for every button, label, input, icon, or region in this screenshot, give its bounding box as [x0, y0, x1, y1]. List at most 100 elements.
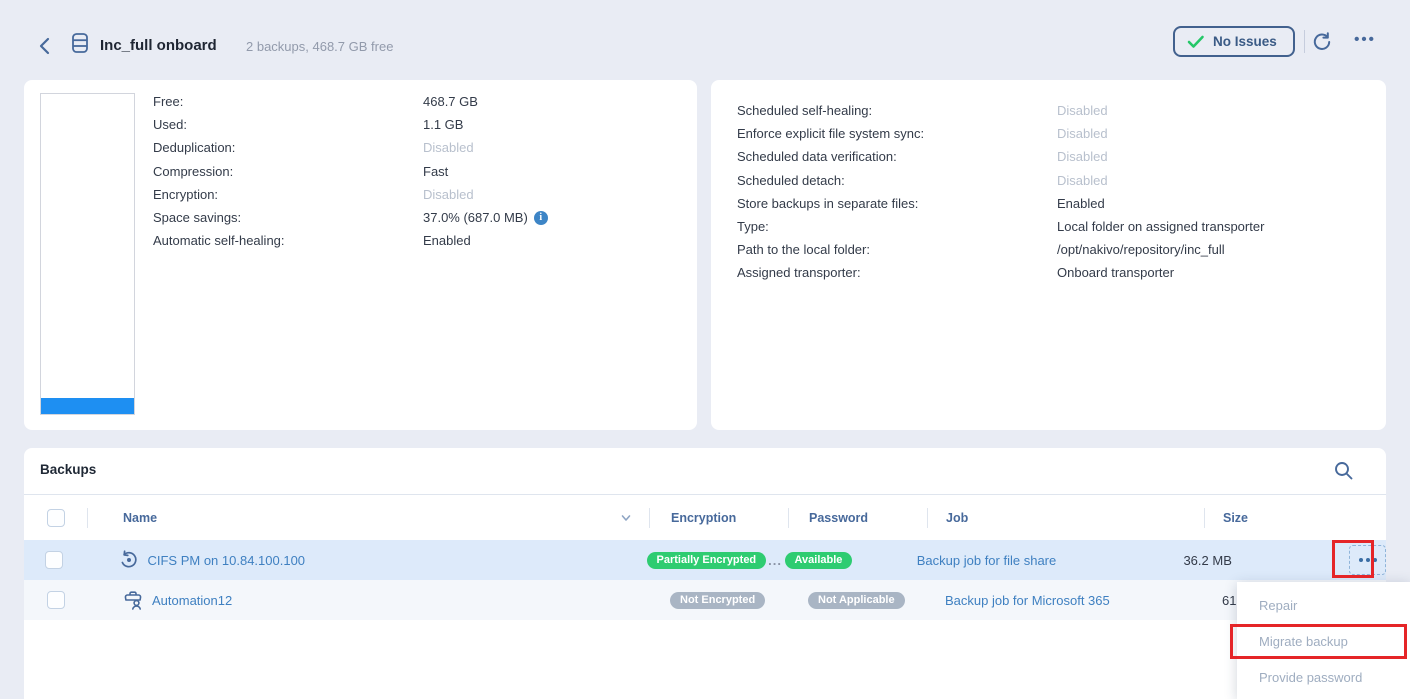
stat-value-text: 37.0% (687.0 MB): [423, 210, 528, 225]
stat-value: Enabled: [423, 233, 471, 248]
setting-value: Local folder on assigned transporter: [1057, 219, 1264, 234]
column-header-label: Encryption: [671, 511, 736, 525]
setting-label: Enforce explicit file system sync:: [737, 126, 1057, 141]
setting-value: Disabled: [1057, 103, 1108, 118]
row-checkbox[interactable]: [47, 591, 65, 609]
stat-label: Deduplication:: [153, 140, 423, 155]
setting-label: Type:: [737, 219, 1057, 234]
setting-value: /opt/nakivo/repository/inc_full: [1057, 242, 1225, 257]
setting-label: Path to the local folder:: [737, 242, 1057, 257]
setting-row-scheduled-detach: Scheduled detach: Disabled: [737, 169, 1370, 192]
storage-summary-card: Free: 468.7 GB Used: 1.1 GB Deduplicatio…: [24, 80, 697, 430]
setting-value: Disabled: [1057, 173, 1108, 188]
stat-label: Space savings:: [153, 210, 423, 225]
info-icon[interactable]: i: [534, 211, 548, 225]
stat-row-deduplication: Deduplication: Disabled: [153, 136, 681, 159]
no-issues-label: No Issues: [1213, 34, 1277, 49]
column-header-label: Password: [809, 511, 868, 525]
setting-value: Disabled: [1057, 149, 1108, 164]
setting-value: Onboard transporter: [1057, 265, 1174, 280]
backup-name-link[interactable]: Automation12: [152, 593, 232, 608]
check-icon: [1187, 35, 1205, 49]
column-header-label: Size: [1223, 511, 1248, 525]
setting-label: Scheduled self-healing:: [737, 103, 1057, 118]
stat-row-free: Free: 468.7 GB: [153, 90, 681, 113]
column-header-label: Name: [123, 511, 157, 525]
setting-label: Store backups in separate files:: [737, 196, 1057, 211]
job-link[interactable]: Backup job for file share: [917, 553, 1056, 568]
setting-label: Scheduled data verification:: [737, 149, 1057, 164]
backup-row-cifs[interactable]: CIFS PM on 10.84.100.100 Partially Encry…: [24, 540, 1386, 580]
backups-table-header: Name Encryption Password Job Size: [24, 495, 1386, 540]
repository-database-icon: [68, 31, 92, 55]
stat-value: Fast: [423, 164, 448, 179]
back-button[interactable]: [34, 33, 56, 59]
search-button[interactable]: [1332, 459, 1356, 483]
stat-row-encryption: Encryption: Disabled: [153, 183, 681, 206]
stat-label: Compression:: [153, 164, 423, 179]
menu-item-migrate-backup[interactable]: Migrate backup: [1237, 623, 1410, 659]
row-actions-context-menu: Repair Migrate backup Provide password: [1237, 582, 1410, 699]
setting-row-explicit-sync: Enforce explicit file system sync: Disab…: [737, 122, 1370, 145]
backup-row-automation12[interactable]: Automation12 Not Encrypted Not Applicabl…: [24, 580, 1386, 620]
recovery-point-icon: [119, 550, 139, 570]
repository-settings-card: Scheduled self-healing: Disabled Enforce…: [711, 80, 1386, 430]
column-header-size[interactable]: Size: [1204, 508, 1359, 528]
search-icon: [1332, 459, 1356, 483]
back-chevron-icon: [34, 33, 56, 59]
sort-chevron-icon[interactable]: [619, 511, 633, 525]
password-badge: Not Applicable: [808, 592, 905, 609]
stat-value: Disabled: [423, 140, 474, 155]
storage-gauge-fill: [41, 398, 134, 414]
setting-row-type: Type: Local folder on assigned transport…: [737, 215, 1370, 238]
stat-value: Disabled: [423, 187, 474, 202]
setting-value: Enabled: [1057, 196, 1105, 211]
page-title: Inc_full onboard: [100, 37, 217, 54]
page-subtitle: 2 backups, 468.7 GB free: [246, 39, 393, 54]
backup-size: 36.2 MB: [1183, 553, 1231, 568]
header-divider: [1304, 30, 1305, 53]
stat-label: Free:: [153, 94, 423, 109]
menu-item-repair[interactable]: Repair: [1237, 587, 1410, 623]
row-actions-ellipsis-button[interactable]: [1349, 545, 1386, 575]
storage-gauge: [40, 93, 135, 415]
password-badge: Available: [785, 552, 853, 569]
setting-row-scheduled-self-healing: Scheduled self-healing: Disabled: [737, 99, 1370, 122]
stat-row-compression: Compression: Fast: [153, 160, 681, 183]
setting-label: Assigned transporter:: [737, 265, 1057, 280]
select-all-checkbox[interactable]: [47, 509, 65, 527]
refresh-button[interactable]: [1311, 31, 1333, 53]
column-header-name[interactable]: Name: [87, 508, 649, 528]
stat-value: 37.0% (687.0 MB) i: [423, 210, 548, 225]
column-header-label: Job: [946, 511, 968, 525]
microsoft365-backup-icon: [122, 589, 144, 611]
backups-card: Backups Name Encryption Password Job: [24, 448, 1386, 699]
column-header-encryption[interactable]: Encryption: [649, 508, 788, 528]
setting-label: Scheduled detach:: [737, 173, 1057, 188]
top-header: Inc_full onboard 2 backups, 468.7 GB fre…: [0, 0, 1410, 80]
no-issues-button[interactable]: No Issues: [1173, 26, 1295, 57]
backups-section-title: Backups: [40, 462, 96, 477]
column-header-password[interactable]: Password: [788, 508, 927, 528]
setting-row-assigned-transporter: Assigned transporter: Onboard transporte…: [737, 261, 1370, 284]
stat-row-space-savings: Space savings: 37.0% (687.0 MB) i: [153, 206, 681, 229]
stat-label: Automatic self-healing:: [153, 233, 423, 248]
menu-item-provide-password[interactable]: Provide password: [1237, 659, 1410, 695]
encryption-badge: Not Encrypted: [670, 592, 765, 609]
stat-label: Encryption:: [153, 187, 423, 202]
stat-row-auto-self-healing: Automatic self-healing: Enabled: [153, 229, 681, 252]
setting-value: Disabled: [1057, 126, 1108, 141]
stat-value: 468.7 GB: [423, 94, 478, 109]
header-more-actions-button[interactable]: •••: [1352, 31, 1378, 53]
stat-row-used: Used: 1.1 GB: [153, 113, 681, 136]
backup-name-link[interactable]: CIFS PM on 10.84.100.100: [147, 553, 305, 568]
setting-row-path: Path to the local folder: /opt/nakivo/re…: [737, 238, 1370, 261]
stat-label: Used:: [153, 117, 423, 132]
row-checkbox[interactable]: [45, 551, 63, 569]
job-link[interactable]: Backup job for Microsoft 365: [945, 593, 1110, 608]
refresh-icon: [1311, 31, 1333, 53]
setting-row-separate-files: Store backups in separate files: Enabled: [737, 192, 1370, 215]
column-header-job[interactable]: Job: [927, 508, 1204, 528]
setting-row-data-verification: Scheduled data verification: Disabled: [737, 145, 1370, 168]
stat-value: 1.1 GB: [423, 117, 463, 132]
